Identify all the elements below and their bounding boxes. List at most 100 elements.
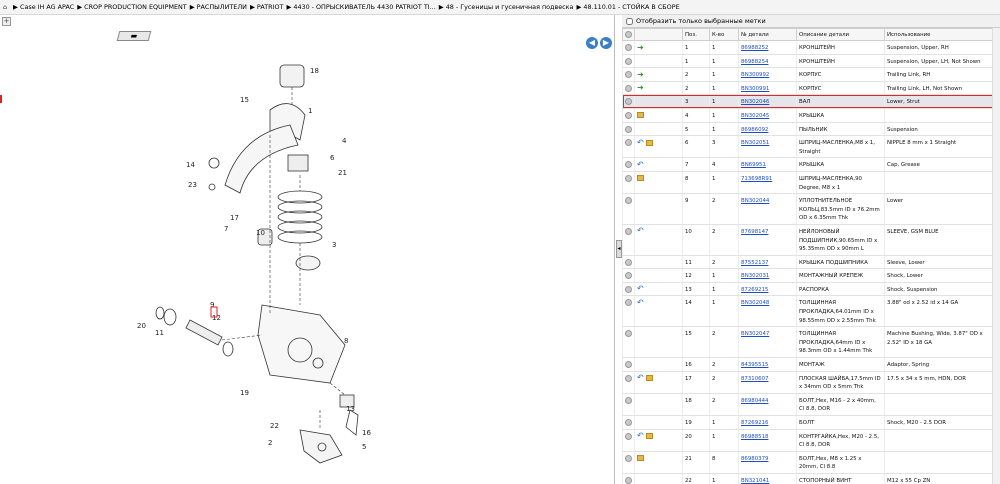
table-row[interactable]: 4 1 BN302045 КРЫШКА (622, 108, 1000, 123)
next-icon[interactable]: ▶ (600, 37, 612, 49)
info-icon[interactable] (625, 174, 632, 182)
return-icon[interactable]: ↶ (637, 432, 644, 440)
callout-label[interactable]: 16 (362, 429, 371, 437)
filter-checkbox[interactable] (626, 17, 633, 25)
callout-label[interactable]: 6 (330, 154, 335, 162)
part-number-link[interactable]: 87552137 (741, 260, 768, 266)
info-icon[interactable] (625, 476, 632, 484)
info-icon[interactable] (625, 161, 632, 169)
callout-label[interactable]: 17 (230, 214, 239, 222)
breadcrumb-item[interactable]: ▶ 48 - Гусеницы и гусеничная подвеска (439, 3, 576, 11)
part-number-link[interactable]: BN300991 (741, 86, 769, 92)
callout-label[interactable]: 20 (137, 322, 146, 330)
part-number-link[interactable]: 87698147 (741, 229, 768, 235)
table-row[interactable]: 5 1 86986092 ПЫЛЬНИК Suspension (622, 122, 1000, 137)
part-number-link[interactable]: BN321041 (741, 478, 769, 484)
callout-label[interactable]: 23 (188, 181, 197, 189)
part-number-link[interactable]: 86986092 (741, 127, 768, 133)
table-row[interactable]: ↶ 7 4 BN69951 КРЫШКА Cap, Grease (622, 157, 1000, 172)
callout-label[interactable]: 7 (224, 225, 228, 233)
settings-icon[interactable] (625, 31, 632, 38)
green-arrow-icon[interactable]: ➜ (637, 70, 644, 78)
package-icon[interactable] (645, 375, 653, 382)
return-icon[interactable]: ↶ (637, 138, 644, 146)
table-row[interactable]: 11 2 87552137 КРЫШКА ПОДШИПНИКА Sleeve, Lowe… (622, 255, 1000, 270)
callout-label[interactable]: 8 (344, 337, 348, 345)
return-icon[interactable]: ↶ (637, 285, 644, 293)
return-icon[interactable]: ↶ (637, 298, 644, 306)
table-row[interactable]: 19 1 87269216 БОЛТ Shock, M20 - 2.5 DOR (622, 415, 1000, 430)
callout-label[interactable]: 1 (308, 107, 312, 115)
package-icon[interactable] (645, 433, 653, 440)
table-row[interactable]: 22 1 BN321041 СТОПОРНЫЙ ВИНТ M12 x 55 Cp ZN (622, 473, 1000, 484)
return-icon[interactable]: ↶ (637, 374, 644, 382)
info-icon[interactable] (625, 258, 632, 266)
info-icon[interactable] (625, 227, 632, 235)
info-icon[interactable] (625, 98, 632, 106)
info-icon[interactable] (625, 361, 632, 369)
return-icon[interactable]: ↶ (637, 160, 644, 168)
part-number-link[interactable]: 86988252 (741, 45, 768, 51)
prev-icon[interactable]: ◀ (586, 37, 598, 49)
callout-label[interactable]: 22 (270, 422, 279, 430)
info-icon[interactable] (625, 330, 632, 338)
info-icon[interactable] (625, 396, 632, 404)
breadcrumb-item[interactable]: ▶ РАСПЫЛИТЕЛИ (190, 3, 249, 11)
package-icon[interactable] (637, 455, 644, 462)
part-number-link[interactable]: BN69951 (741, 162, 766, 168)
info-icon[interactable] (625, 111, 632, 119)
callout-label[interactable]: 2 (268, 439, 272, 447)
info-icon[interactable] (625, 454, 632, 462)
table-row[interactable]: 21 8 86980379 БОЛТ,Hex, M8 x 1.25 x 20mm, C… (622, 451, 1000, 474)
column-header[interactable]: Описание детали (796, 28, 885, 41)
callout-label[interactable]: 15 (240, 96, 249, 104)
part-number-link[interactable]: BN302031 (741, 273, 769, 279)
callout-label[interactable]: 21 (338, 169, 347, 177)
callout-label[interactable]: 13 (346, 405, 355, 413)
info-icon[interactable] (625, 57, 632, 65)
info-icon[interactable] (625, 84, 632, 92)
part-number-link[interactable]: BN302045 (741, 113, 769, 119)
part-number-link[interactable]: 86988254 (741, 59, 768, 65)
part-number-link[interactable]: 84395515 (741, 362, 768, 368)
callout-label[interactable]: 19 (240, 389, 249, 397)
table-row[interactable]: ➜ 1 1 86988252 КРОНШТЕЙН Suspension, Upper, R… (622, 40, 1000, 55)
table-row[interactable]: ↶ 17 2 87310607 ПЛОСКАЯ ШАЙБА,17.5mm ID x 34… (622, 371, 1000, 394)
callout-label[interactable]: 3 (332, 241, 336, 249)
info-icon[interactable] (625, 71, 632, 79)
table-row[interactable]: ↶ 13 1 87269215 РАСПОРКА Shock, Suspension (622, 282, 1000, 297)
part-number-link[interactable]: BN302044 (741, 198, 769, 204)
package-icon[interactable] (637, 175, 644, 182)
callout-label[interactable]: 10 (256, 229, 265, 237)
table-row[interactable]: 9 2 BN302044 УПЛОТНИТЕЛЬНОЕ КОЛЬЦ,83.5mm ID… (622, 193, 1000, 225)
table-row[interactable]: 18 2 86980444 БОЛТ,Hex, M16 - 2 x 40mm, Cl … (622, 393, 1000, 417)
table-row[interactable]: ↶ 14 1 BN302048 ТОЛЩИННАЯ ПРОКЛАДКА,64.01mm … (622, 295, 1000, 328)
part-number-link[interactable]: 86980379 (741, 456, 768, 462)
home-icon[interactable]: ⌂ (3, 0, 11, 14)
breadcrumb-item[interactable]: ▶ Case IH AG APAC (13, 3, 76, 11)
callout-label[interactable]: 11 (155, 329, 164, 337)
info-icon[interactable] (625, 374, 632, 382)
callout-label[interactable]: 18 (310, 67, 319, 75)
info-icon[interactable] (625, 197, 632, 205)
info-icon[interactable] (625, 44, 632, 51)
column-header[interactable]: Поз. (682, 28, 710, 41)
table-row[interactable]: 3 1 BN302046 ВАЛ Lower, Strut (622, 94, 1000, 109)
info-icon[interactable] (625, 125, 632, 133)
part-number-link[interactable]: 86980444 (741, 398, 768, 404)
table-row[interactable]: 1 1 86988254 КРОНШТЕЙН Suspension, Upper, LH… (622, 54, 1000, 69)
part-number-link[interactable]: BN302048 (741, 300, 769, 306)
info-icon[interactable] (625, 285, 632, 293)
table-row[interactable]: ↶ 6 3 BN302051 ШПРИЦ-МАСЛЕНКА,M8 x 1, Straig… (622, 135, 1000, 159)
breadcrumb-item[interactable]: ▶ CROP PRODUCTION EQUIPMENT (77, 3, 189, 11)
package-icon[interactable] (637, 112, 644, 119)
callout-label[interactable]: 14 (186, 161, 195, 169)
part-number-link[interactable]: 87269215 (741, 287, 768, 293)
info-icon[interactable] (625, 419, 632, 426)
table-row[interactable]: ↶ 10 2 87698147 НЕЙЛОНОВЫЙ ПОДШИПНИК,90.65mm… (622, 224, 1000, 256)
part-number-link[interactable]: 87269216 (741, 420, 768, 426)
info-icon[interactable] (625, 139, 632, 147)
part-number-link[interactable]: BN302047 (741, 331, 769, 337)
info-icon[interactable] (625, 272, 632, 280)
green-arrow-icon[interactable]: ➜ (637, 84, 644, 92)
